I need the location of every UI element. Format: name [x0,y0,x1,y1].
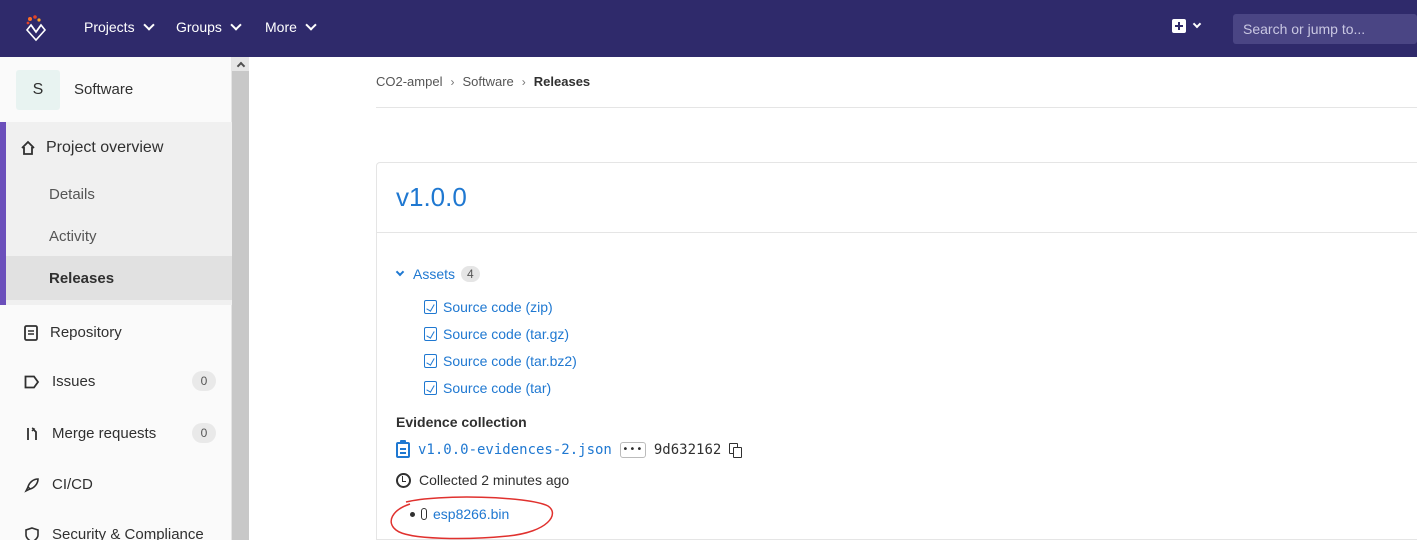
evidence-collection-heading: Evidence collection [396,414,527,430]
evidence-collected-time: Collected 2 minutes ago [396,472,569,488]
sidebar-subitem-activity[interactable]: Activity [49,228,97,245]
chevron-down-icon [395,267,405,277]
evidence-sha: 9d632162 [653,442,722,458]
assets-toggle[interactable]: Assets 4 [395,266,480,282]
sidebar-scrollbar[interactable] [232,57,249,540]
asset-link-zip[interactable]: Source code (zip) [424,299,553,315]
asset-link-label: Source code (zip) [443,299,553,315]
doc-compressed-icon [424,327,437,341]
plus-square-icon [1172,19,1186,33]
assets-count-badge: 4 [461,266,480,282]
red-annotation-circle [390,496,554,540]
evidence-row: v1.0.0-evidences-2.json ••• 9d632162 [396,440,743,458]
expand-sha-button[interactable]: ••• [619,442,646,458]
clipboard-icon [396,440,410,458]
sidebar-item-security-compliance[interactable]: Security & Compliance [24,526,204,540]
divider [376,107,1417,108]
nav-projects-label: Projects [84,19,135,35]
collected-text: Collected 2 minutes ago [419,472,570,488]
evidence-file-link[interactable]: v1.0.0-evidences-2.json [418,442,612,458]
sidebar-subitem-details[interactable]: Details [49,186,95,203]
breadcrumb: CO2-ampel › Software › Releases [376,74,590,89]
assets-label: Assets [413,266,456,282]
new-item-dropdown-button[interactable] [1172,19,1202,33]
asset-link-tar-gz[interactable]: Source code (tar.gz) [424,326,569,342]
release-title[interactable]: v1.0.0 [396,182,467,213]
sidebar-item-ci-cd[interactable]: CI/CD [24,476,93,493]
nav-projects[interactable]: Projects [84,19,155,35]
sidebar-active-highlight [6,256,232,300]
project-avatar: S [16,69,60,110]
asset-link-label: Source code (tar.gz) [443,326,570,342]
copy-icon[interactable] [729,442,743,458]
breadcrumb-item-group[interactable]: CO2-ampel [376,74,442,89]
asset-link-label: Source code (tar) [443,380,552,396]
search-input[interactable] [1233,14,1417,44]
project-name: Software [74,81,134,98]
sidebar-item-label: CI/CD [52,476,93,493]
sidebar-item-label: Security & Compliance [52,526,204,540]
nav-more[interactable]: More [265,19,317,35]
rocket-icon [24,477,39,493]
merge-request-icon [27,426,37,440]
sidebar-item-project-overview[interactable]: Project overview [20,139,163,157]
scroll-up-button[interactable] [232,57,249,71]
breadcrumb-item-project[interactable]: Software [462,74,513,89]
sidebar-item-label: Merge requests [52,425,157,442]
top-navbar: Projects Groups More [0,0,1417,57]
sidebar-item-merge-requests[interactable]: Merge requests [24,425,156,442]
doc-compressed-icon [424,354,437,368]
sidebar-section-project-overview: Project overview Details Activity Releas… [0,122,232,305]
divider [377,232,1417,233]
chevron-up-icon [236,61,245,70]
asset-link-tar[interactable]: Source code (tar) [424,380,551,396]
sidebar-item-issues[interactable]: Issues [24,373,95,390]
nav-groups-label: Groups [176,19,222,35]
shield-icon [25,526,39,540]
sidebar-item-repository[interactable]: Repository [24,324,122,341]
sidebar-item-label: Project overview [46,139,164,156]
nav-more-label: More [265,19,297,35]
asset-link-tar-bz2[interactable]: Source code (tar.bz2) [424,353,577,369]
issues-count-badge: 0 [192,371,216,391]
gitlab-logo-icon[interactable] [22,14,50,42]
chevron-down-icon [1192,19,1202,29]
nav-groups[interactable]: Groups [176,19,242,35]
sidebar-item-label: Repository [50,324,122,341]
merge-requests-count-badge: 0 [192,423,216,443]
issues-icon [24,375,40,388]
doc-compressed-icon [424,381,437,395]
clock-icon [396,472,411,488]
chevron-down-icon [142,19,155,31]
document-icon [24,324,38,341]
sidebar-item-label: Issues [52,373,96,390]
home-icon [21,140,35,155]
chevron-down-icon [305,19,317,31]
asset-link-label: Source code (tar.bz2) [443,353,577,369]
sidebar-subitem-releases[interactable]: Releases [49,270,114,287]
doc-compressed-icon [424,300,437,314]
breadcrumb-current[interactable]: Releases [534,74,590,89]
sidebar-project-header[interactable]: S Software [0,57,232,122]
chevron-right-icon: › [521,74,526,89]
chevron-down-icon [230,19,242,31]
chevron-right-icon: › [450,74,455,89]
